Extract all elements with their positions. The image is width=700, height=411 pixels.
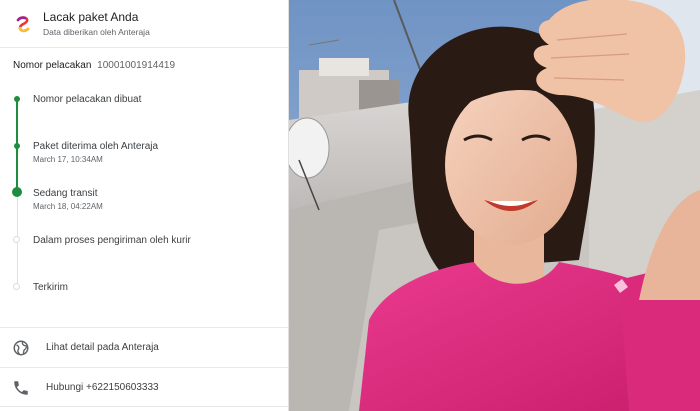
step-title-delivered: Terkirim [33,282,68,293]
phone-icon [14,381,28,395]
step-dot-courier [13,236,20,243]
step-title-received: Paket diterima oleh Anteraja [33,141,159,152]
tracking-number[interactable]: 10001001914419 [97,60,175,71]
step-dot-transit [12,187,22,197]
view-details-link[interactable]: Lihat detail pada Anteraja [0,327,289,367]
call-label: Hubungi +622150603333 [46,382,159,393]
panel-header: Lacak paket Anda Data diberikan oleh Ant… [0,0,289,48]
step-date-received: March 17, 10:34AM [33,155,103,164]
photo-illustration [289,0,700,411]
step-title-created: Nomor pelacakan dibuat [33,94,142,105]
view-details-label: Lihat detail pada Anteraja [46,342,159,353]
anteraja-logo-icon [15,16,31,33]
page-subtitle: Data diberikan oleh Anteraja [43,27,150,37]
tracking-label: Nomor pelacakan [13,60,92,71]
step-dot-created [14,96,20,102]
tracking-number-row: Nomor pelacakan 10001001914419 [13,60,175,71]
step-title-transit: Sedang transit [33,188,98,199]
selfie-photo [289,0,700,411]
tracking-panel: Lacak paket Anda Data diberikan oleh Ant… [0,0,289,411]
step-dot-received [14,143,20,149]
globe-icon [13,340,29,356]
page-title: Lacak paket Anda [43,10,139,24]
step-title-courier: Dalam proses pengiriman oleh kurir [33,235,191,246]
step-dot-delivered [13,283,20,290]
call-link[interactable]: Hubungi +622150603333 [0,367,289,407]
step-date-transit: March 18, 04:22AM [33,202,103,211]
